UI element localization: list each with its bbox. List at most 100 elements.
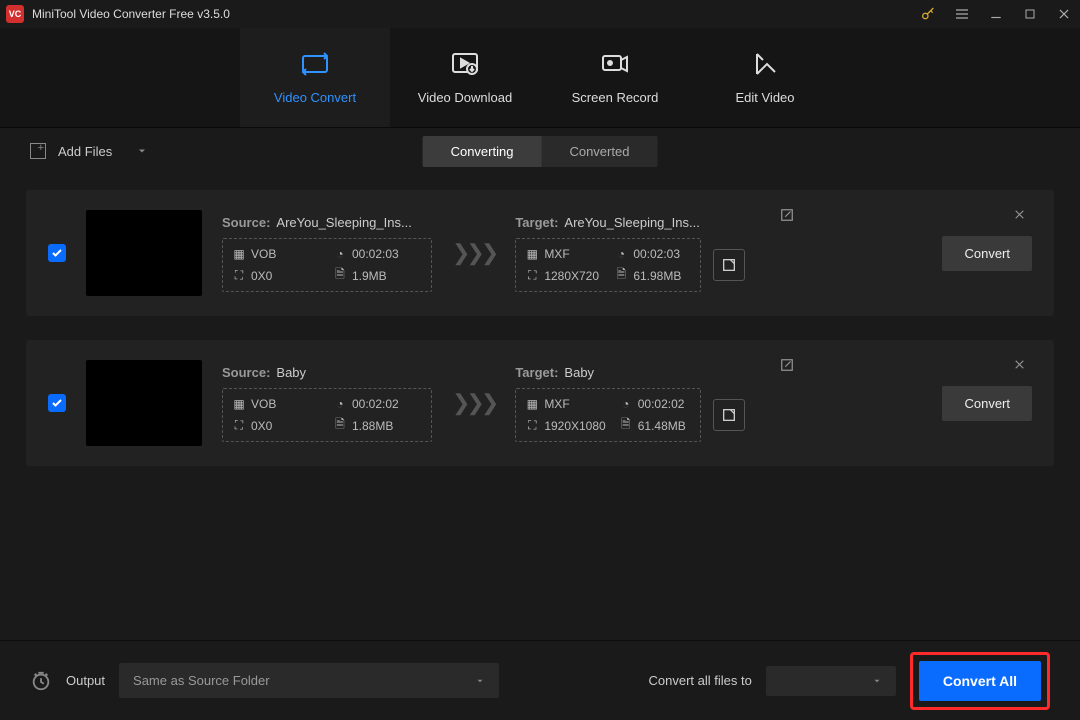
tab-label: Screen Record (572, 90, 659, 105)
thumbnail (86, 210, 202, 296)
output-folder-value: Same as Source Folder (133, 673, 270, 688)
source-format: VOB (251, 247, 276, 261)
size-icon: 🗎 (334, 270, 346, 282)
remove-item-icon[interactable] (1013, 358, 1026, 371)
target-duration: 00:02:03 (633, 247, 680, 261)
source-meta: Source: AreYou_Sleeping_Ins... ▦ VOB ◔ 00:… (222, 215, 432, 292)
source-resolution: 0X0 (251, 419, 272, 433)
target-label: Target: (515, 215, 558, 230)
chevron-down-icon (872, 676, 882, 686)
source-format: VOB (251, 397, 276, 411)
settings-button[interactable] (713, 399, 745, 431)
target-size: 61.98MB (633, 269, 681, 283)
edit-target-icon[interactable] (780, 358, 794, 372)
source-resolution: 0X0 (251, 269, 272, 283)
add-file-icon (30, 143, 46, 159)
source-duration: 00:02:03 (352, 247, 399, 261)
target-format-select[interactable] (766, 666, 896, 696)
convert-button[interactable]: Convert (942, 236, 1032, 271)
tab-label: Video Download (418, 90, 512, 105)
tab-screen-record[interactable]: Screen Record (540, 28, 690, 127)
target-filename: Baby (564, 365, 594, 380)
toolbar: Add Files Converting Converted (0, 128, 1080, 174)
arrow-icon: ❯❯❯ (452, 240, 495, 266)
format-icon: ▦ (233, 398, 245, 410)
tab-video-download[interactable]: Video Download (390, 28, 540, 127)
tab-label: Edit Video (735, 90, 794, 105)
source-duration: 00:02:02 (352, 397, 399, 411)
source-label: Source: (222, 365, 270, 380)
target-stats: ▦MXF ◔00:02:02 ⛶1920X1080 🗎61.48MB (515, 388, 701, 442)
app-logo: VC (6, 5, 24, 23)
clock-icon: ◔ (334, 398, 346, 410)
size-icon: 🗎 (334, 420, 346, 432)
download-icon (450, 50, 480, 78)
resolution-icon: ⛶ (233, 420, 245, 432)
menu-icon[interactable] (952, 4, 972, 24)
convert-icon (300, 50, 330, 78)
thumbnail (86, 360, 202, 446)
source-stats: ▦ VOB ◔ 00:02:03 ⛶ 0X0 🗎 1.9MB (222, 238, 432, 292)
tab-edit-video[interactable]: Edit Video (690, 28, 840, 127)
add-files-button[interactable]: Add Files (30, 143, 148, 159)
chevron-down-icon (475, 676, 485, 686)
record-icon (600, 50, 630, 78)
minimize-icon[interactable] (986, 4, 1006, 24)
file-list: Source: AreYou_Sleeping_Ins... ▦ VOB ◔ 00:… (0, 174, 1080, 640)
chevron-down-icon[interactable] (136, 145, 148, 157)
schedule-icon[interactable] (30, 670, 52, 692)
clock-icon: ◔ (620, 398, 632, 410)
resolution-icon: ⛶ (526, 270, 538, 282)
target-meta: Target: AreYou_Sleeping_Ins... ▦MXF ◔00:… (515, 215, 745, 292)
target-label: Target: (515, 365, 558, 380)
resolution-icon: ⛶ (526, 420, 538, 432)
target-resolution: 1920X1080 (544, 419, 605, 433)
format-icon: ▦ (233, 248, 245, 260)
source-stats: ▦ VOB ◔ 00:02:02 ⛶ 0X0 🗎 1.88MB (222, 388, 432, 442)
target-size: 61.48MB (638, 419, 686, 433)
key-icon[interactable] (918, 4, 938, 24)
convert-all-button[interactable]: Convert All (919, 661, 1041, 701)
segment-converted[interactable]: Converted (541, 136, 657, 167)
source-label: Source: (222, 215, 270, 230)
app-title: MiniTool Video Converter Free v3.5.0 (32, 7, 918, 21)
footer: Output Same as Source Folder Convert all… (0, 640, 1080, 720)
target-stats: ▦MXF ◔00:02:03 ⛶1280X720 🗎61.98MB (515, 238, 701, 292)
file-item: Source: Baby ▦ VOB ◔ 00:02:02 ⛶ 0X0 🗎 1.88MB… (26, 340, 1054, 466)
maximize-icon[interactable] (1020, 4, 1040, 24)
arrow-icon: ❯❯❯ (452, 390, 495, 416)
source-filename: AreYou_Sleeping_Ins... (276, 215, 411, 230)
source-size: 1.88MB (352, 419, 393, 433)
source-size: 1.9MB (352, 269, 387, 283)
output-label: Output (66, 673, 105, 688)
target-format: MXF (544, 247, 569, 261)
clock-icon: ◔ (615, 248, 627, 260)
source-filename: Baby (276, 365, 306, 380)
format-icon: ▦ (526, 248, 538, 260)
settings-button[interactable] (713, 249, 745, 281)
edit-target-icon[interactable] (780, 208, 794, 222)
tab-video-convert[interactable]: Video Convert (240, 28, 390, 127)
output-folder-select[interactable]: Same as Source Folder (119, 663, 499, 698)
segment-converting[interactable]: Converting (423, 136, 542, 167)
add-files-label: Add Files (58, 144, 112, 159)
size-icon: 🗎 (615, 270, 627, 282)
close-icon[interactable] (1054, 4, 1074, 24)
title-bar: VC MiniTool Video Converter Free v3.5.0 (0, 0, 1080, 28)
format-icon: ▦ (526, 398, 538, 410)
remove-item-icon[interactable] (1013, 208, 1026, 221)
main-tabs: Video Convert Video Download Screen Reco… (0, 28, 1080, 128)
checkbox[interactable] (48, 244, 66, 262)
status-segment: Converting Converted (423, 136, 658, 167)
target-duration: 00:02:02 (638, 397, 685, 411)
edit-icon (751, 50, 779, 78)
size-icon: 🗎 (620, 420, 632, 432)
clock-icon: ◔ (334, 248, 346, 260)
highlight-ring: Convert All (910, 652, 1050, 710)
convert-button[interactable]: Convert (942, 386, 1032, 421)
checkbox[interactable] (48, 394, 66, 412)
source-meta: Source: Baby ▦ VOB ◔ 00:02:02 ⛶ 0X0 🗎 1.88MB (222, 365, 432, 442)
resolution-icon: ⛶ (233, 270, 245, 282)
file-item: Source: AreYou_Sleeping_Ins... ▦ VOB ◔ 00:… (26, 190, 1054, 316)
convert-all-to-label: Convert all files to (649, 673, 752, 688)
